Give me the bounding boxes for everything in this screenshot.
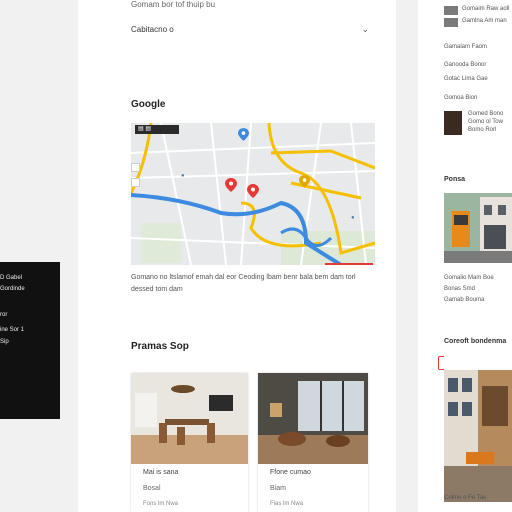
- main-content-column: Gomam bor tof thuip bu Cabitacno o ⌄ Goo…: [78, 0, 396, 512]
- sidebar-caption: Bonas Smd: [444, 286, 476, 292]
- map-place-marker: ●: [351, 215, 355, 221]
- map-place-marker: ●: [181, 173, 185, 179]
- sidebar-caption: Gomalio Mam Boe: [444, 275, 494, 281]
- dropdown-label: Cabitacno o: [131, 25, 174, 34]
- section-title: Pramas Sop: [131, 341, 189, 352]
- interior-photo: [258, 373, 368, 464]
- street-photo: [444, 356, 512, 502]
- chevron-down-icon: ⌄: [361, 24, 369, 34]
- sidebar-caption: Gamab Bouma: [444, 297, 485, 303]
- category-dropdown[interactable]: Cabitacno o ⌄: [131, 24, 369, 39]
- listing-card[interactable]: Ffone cumao Biam Fias lm Nwa: [258, 373, 368, 512]
- map-pin-red-icon[interactable]: [247, 184, 259, 198]
- sidebar-text[interactable]: Gamlna Am man: [462, 18, 507, 24]
- map-pin-yellow-icon[interactable]: [299, 175, 310, 188]
- right-sidebar: Gomaim Raw aoll Gamlna Am man Gamalam Fa…: [418, 0, 512, 512]
- card-subtitle: Biam: [270, 485, 286, 492]
- thumbnail-icon: [444, 6, 458, 15]
- card-subtitle: Bosal: [143, 485, 161, 492]
- google-map[interactable]: ▤ ▤ ● ●: [131, 123, 375, 265]
- card-meta: Fias lm Nwa: [270, 501, 304, 507]
- sidebar-heading: Coreoft bondenma: [444, 338, 507, 345]
- listing-card[interactable]: Mai is sana Bosal Fons lm Nwa: [131, 373, 248, 512]
- card-title: Ffone cumao: [270, 469, 311, 476]
- sidebar-text[interactable]: Gamalam Faom: [444, 44, 487, 50]
- interior-photo: [131, 373, 248, 464]
- dark-card-line: Gordinde: [0, 286, 25, 292]
- sidebar-photo[interactable]: [444, 193, 512, 263]
- card-meta: Fons lm Nwa: [143, 501, 179, 507]
- sidebar-photo[interactable]: [444, 356, 512, 502]
- dark-card-line: D Gabel: [0, 275, 23, 281]
- top-blurb-text: Gomam bor tof thuip bu: [131, 0, 216, 9]
- avatar-line: Gomed Bono: [468, 111, 504, 117]
- card-title: Mai is sana: [143, 469, 179, 476]
- map-type-badge[interactable]: ▤ ▤: [135, 125, 179, 134]
- map-zoom-in-button[interactable]: [131, 163, 140, 172]
- sidebar-text[interactable]: Gomaim Raw aoll: [462, 6, 509, 12]
- map-section-title: Google: [131, 99, 166, 110]
- dark-card-line: ine Sor 1: [0, 327, 25, 333]
- dark-info-card[interactable]: D Gabel Gordinde ror ine Sor 1 Sip: [0, 262, 60, 419]
- avatar-line: Bomo Rorl: [468, 127, 497, 133]
- avatar-line: Gomo ol Tow: [468, 119, 503, 125]
- dark-card-line: Sip: [0, 339, 9, 345]
- sidebar-text[interactable]: Ganooda Bonor: [444, 62, 486, 68]
- sidebar-text[interactable]: Gomoa Bion: [444, 95, 477, 101]
- sidebar-caption: Colme o Fe Tao: [444, 495, 487, 501]
- building-photo: [444, 193, 512, 263]
- map-pin-blue-icon[interactable]: [238, 128, 249, 141]
- sidebar-text[interactable]: Gotac Lima Gae: [444, 76, 488, 82]
- map-pin-red-icon[interactable]: [225, 178, 237, 192]
- thumbnail-icon: [444, 18, 458, 27]
- avatar[interactable]: [444, 111, 462, 135]
- map-caption: Gomano no ltslamof emah dal eor Ceoding …: [131, 274, 356, 293]
- sidebar-heading: Ponsa: [444, 176, 466, 183]
- dark-card-line: ror: [0, 312, 8, 318]
- map-zoom-out-button[interactable]: [131, 178, 140, 187]
- map-accent-bar: [325, 263, 373, 265]
